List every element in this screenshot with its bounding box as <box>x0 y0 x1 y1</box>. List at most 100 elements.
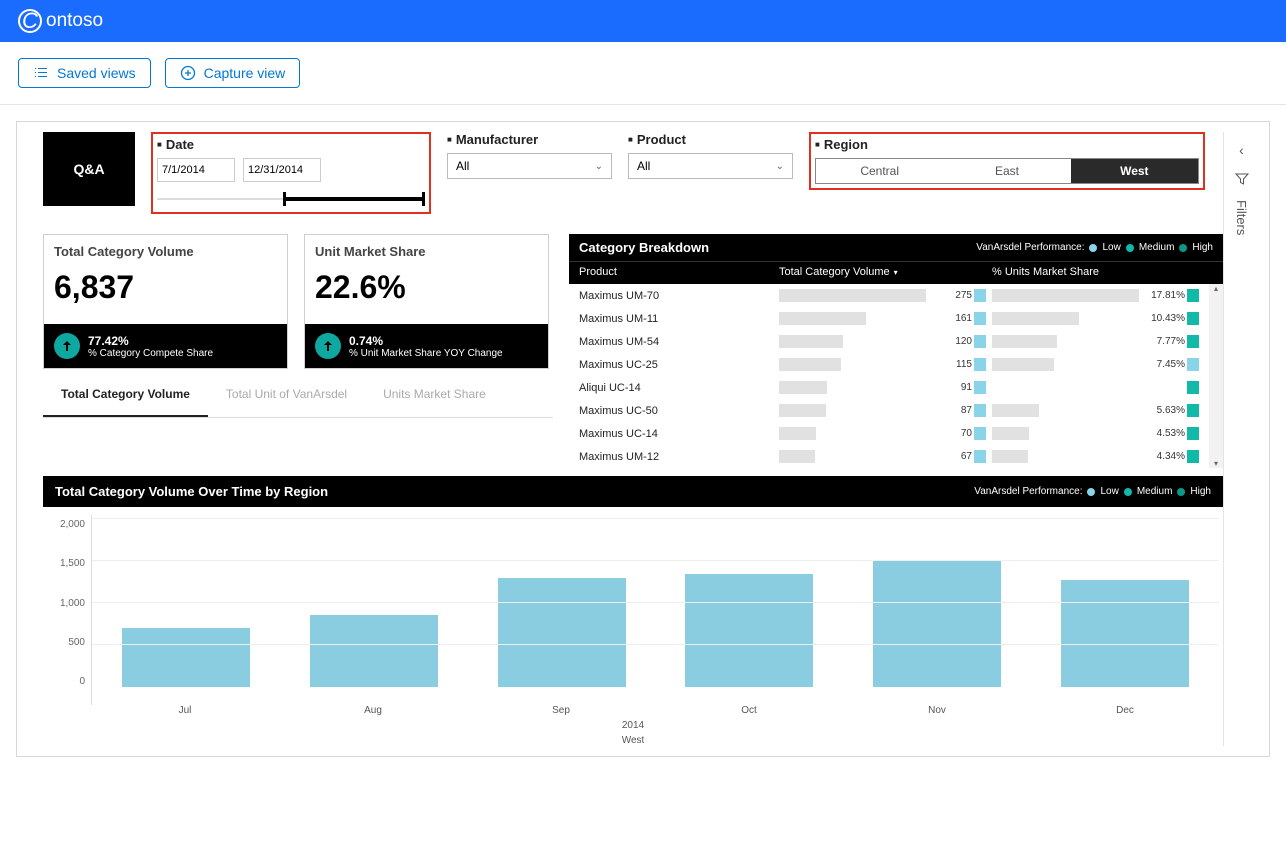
manufacturer-slicer-title: Manufacturer <box>447 132 612 147</box>
row-volume: 70 <box>936 428 972 439</box>
row-share: 7.45% <box>1149 359 1185 370</box>
view-tab[interactable]: Total Category Volume <box>43 373 208 417</box>
breakdown-scrollbar[interactable]: ▴ ▾ <box>1209 284 1223 468</box>
scroll-down-icon[interactable]: ▾ <box>1209 459 1223 468</box>
category-breakdown: Category Breakdown VanArsdel Performance… <box>569 234 1223 468</box>
chart-bar[interactable] <box>1061 580 1189 687</box>
ytick: 0 <box>79 676 85 687</box>
chart-bar[interactable] <box>685 574 813 687</box>
brand-bar: C ontoso <box>0 0 1286 42</box>
date-slicer[interactable]: Date <box>151 132 431 214</box>
scroll-up-icon[interactable]: ▴ <box>1209 284 1223 293</box>
view-tab[interactable]: Total Unit of VanArsdel <box>208 373 365 417</box>
table-row[interactable]: Maximus UM-54 120 7.77% <box>569 330 1223 353</box>
chart-bar[interactable] <box>122 628 250 687</box>
perf-tag-icon <box>974 450 986 463</box>
saved-views-button[interactable]: Saved views <box>18 58 151 88</box>
perf-tag-icon <box>1187 381 1199 394</box>
xtick: Aug <box>279 705 467 716</box>
performance-legend: VanArsdel Performance: Low Medium High <box>976 242 1213 253</box>
row-product: Maximus UC-25 <box>579 359 779 371</box>
col-volume[interactable]: Total Category Volume <box>779 266 992 278</box>
performance-legend: VanArsdel Performance: Low Medium High <box>974 486 1211 497</box>
xtick: Jul <box>91 705 279 716</box>
legend-dot-high-icon <box>1177 488 1185 496</box>
row-volume: 161 <box>936 313 972 324</box>
toolbar: Saved views Capture view <box>0 42 1286 105</box>
row-share: 4.53% <box>1149 428 1185 439</box>
table-row[interactable]: Maximus UC-14 70 4.53% <box>569 422 1223 445</box>
row-product: Maximus UM-12 <box>579 451 779 463</box>
perf-tag-icon <box>1187 427 1199 440</box>
kpi-market-share: Unit Market Share 22.6% 0.74% % Unit Mar… <box>304 234 549 369</box>
perf-tag-icon <box>974 335 986 348</box>
region-tab-central[interactable]: Central <box>816 159 943 183</box>
table-row[interactable]: Maximus UM-12 67 4.34% <box>569 445 1223 468</box>
filters-rail[interactable]: ‹ Filters <box>1223 132 1259 746</box>
product-slicer: Product All ⌄ <box>628 132 793 179</box>
col-product[interactable]: Product <box>579 266 779 278</box>
region-slicer-title: Region <box>815 137 1199 152</box>
kpi2-value: 22.6% <box>305 263 548 324</box>
qa-tile[interactable]: Q&A <box>43 132 135 206</box>
legend-dot-high-icon <box>1179 244 1187 252</box>
qa-label: Q&A <box>73 161 104 177</box>
row-volume: 91 <box>936 382 972 393</box>
view-tab[interactable]: Units Market Share <box>365 373 504 417</box>
xtick: Sep <box>467 705 655 716</box>
xtick: Oct <box>655 705 843 716</box>
ytick: 1,500 <box>60 558 85 569</box>
date-range-slider[interactable] <box>157 190 425 208</box>
range-handle-end[interactable] <box>422 192 425 206</box>
perf-tag-icon <box>974 312 986 325</box>
legend-dot-low-icon <box>1087 488 1095 496</box>
kpi2-title: Unit Market Share <box>305 235 548 263</box>
chart-bar[interactable] <box>873 561 1001 687</box>
table-row[interactable]: Maximus UC-50 87 5.63% <box>569 399 1223 422</box>
kpi1-foot-value: 77.42% <box>88 334 213 348</box>
perf-tag-icon <box>974 404 986 417</box>
row-product: Aliqui UC-14 <box>579 382 779 394</box>
timechart-title: Total Category Volume Over Time by Regio… <box>55 484 328 499</box>
table-row[interactable]: Maximus UC-25 115 7.45% <box>569 353 1223 376</box>
perf-tag-icon <box>1187 358 1199 371</box>
chevron-down-icon: ⌄ <box>776 161 784 172</box>
chevron-left-icon[interactable]: ‹ <box>1239 142 1244 158</box>
perf-tag-icon <box>974 381 986 394</box>
xtick: Dec <box>1031 705 1219 716</box>
col-share[interactable]: % Units Market Share <box>992 266 1205 278</box>
row-product: Maximus UM-11 <box>579 313 779 325</box>
product-dropdown[interactable]: All ⌄ <box>628 153 793 179</box>
legend-dot-medium-icon <box>1126 244 1134 252</box>
time-chart: Total Category Volume Over Time by Regio… <box>43 476 1223 746</box>
kpi-total-volume: Total Category Volume 6,837 77.42% % Cat… <box>43 234 288 369</box>
kpi1-title: Total Category Volume <box>44 235 287 263</box>
chart-bar[interactable] <box>310 615 438 687</box>
kpi2-foot-value: 0.74% <box>349 334 503 348</box>
capture-view-button[interactable]: Capture view <box>165 58 301 88</box>
perf-tag-icon <box>1187 404 1199 417</box>
table-row[interactable]: Maximus UM-70 275 17.81% <box>569 284 1223 307</box>
kpi2-foot-label: % Unit Market Share YOY Change <box>349 348 503 359</box>
legend-dot-low-icon <box>1089 244 1097 252</box>
manufacturer-dropdown[interactable]: All ⌄ <box>447 153 612 179</box>
row-product: Maximus UC-14 <box>579 428 779 440</box>
row-volume: 87 <box>936 405 972 416</box>
report-canvas: Q&A Date Manufacture <box>16 121 1270 757</box>
row-volume: 120 <box>936 336 972 347</box>
date-from-input[interactable] <box>157 158 235 182</box>
plus-circle-icon <box>180 65 196 81</box>
table-row[interactable]: Maximus UM-11 161 10.43% <box>569 307 1223 330</box>
manufacturer-slicer: Manufacturer All ⌄ <box>447 132 612 179</box>
range-handle-start[interactable] <box>283 192 286 206</box>
region-tab-west[interactable]: West <box>1071 159 1198 183</box>
region-tab-east[interactable]: East <box>943 159 1070 183</box>
ytick: 500 <box>68 637 85 648</box>
timechart-year: 2014 <box>47 720 1219 731</box>
capture-view-label: Capture view <box>204 65 286 81</box>
chart-bar[interactable] <box>498 578 626 687</box>
perf-tag-icon <box>974 358 986 371</box>
date-to-input[interactable] <box>243 158 321 182</box>
arrow-up-icon <box>315 333 341 359</box>
table-row[interactable]: Aliqui UC-14 91 <box>569 376 1223 399</box>
